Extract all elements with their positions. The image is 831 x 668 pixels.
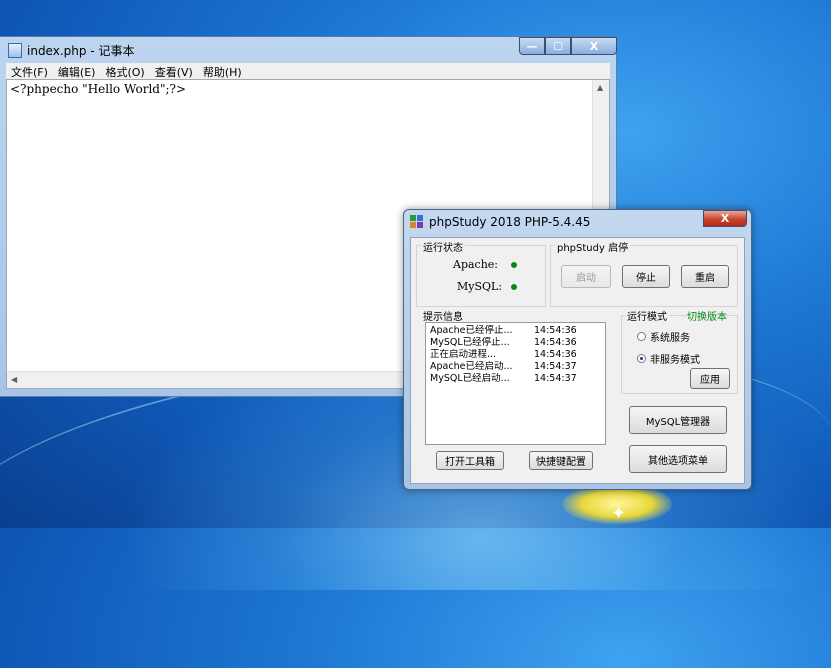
phpstudy-close-button[interactable]: X bbox=[703, 210, 747, 227]
apache-status-icon bbox=[511, 262, 517, 268]
log-row: MySQL已经停止... 14:54:36 bbox=[430, 337, 577, 348]
notepad-content: <?phpecho "Hello World";?> bbox=[10, 82, 187, 96]
log-row: Apache已经启动... 14:54:37 bbox=[430, 361, 577, 372]
close-button[interactable]: X bbox=[571, 37, 617, 55]
notepad-icon bbox=[8, 42, 22, 58]
radio-non-service-mode[interactable]: 非服务模式 bbox=[637, 351, 700, 366]
log-row: Apache已经停止... 14:54:36 bbox=[430, 325, 577, 336]
notepad-menubar: 文件(F) 编辑(E) 格式(O) 查看(V) 帮助(H) bbox=[6, 63, 610, 79]
switch-version-link[interactable]: 切换版本 bbox=[687, 308, 727, 323]
status-group bbox=[416, 245, 546, 307]
radio-system-service[interactable]: 系统服务 bbox=[637, 329, 690, 344]
phpstudy-title: phpStudy 2018 PHP-5.4.45 bbox=[429, 215, 591, 229]
phpstudy-titlebar[interactable]: phpStudy 2018 PHP-5.4.45 bbox=[410, 215, 590, 229]
stop-button[interactable]: 停止 bbox=[622, 265, 670, 288]
sparkle-icon: ✦ bbox=[611, 503, 627, 524]
mysql-manager-button[interactable]: MySQL管理器 bbox=[629, 406, 727, 434]
other-options-button[interactable]: 其他选项菜单 bbox=[629, 445, 727, 473]
notepad-title: index.php - 记事本 bbox=[27, 43, 135, 58]
apache-label: Apache: bbox=[453, 258, 499, 271]
log-list[interactable]: Apache已经停止... 14:54:36 MySQL已经停止... 14:54:… bbox=[425, 322, 606, 445]
control-group-label: phpStudy 启停 bbox=[555, 239, 631, 254]
radio-off-icon bbox=[637, 332, 646, 341]
menu-help[interactable]: 帮助(H) bbox=[198, 63, 247, 79]
notepad-caption-buttons: — ☐ X bbox=[519, 37, 617, 55]
minimize-button[interactable]: — bbox=[519, 37, 545, 55]
mysql-status-icon bbox=[511, 284, 517, 290]
menu-format[interactable]: 格式(O) bbox=[100, 63, 149, 79]
log-row: 正在启动进程... 14:54:36 bbox=[430, 349, 577, 360]
phpstudy-icon bbox=[410, 215, 424, 229]
mysql-label: MySQL: bbox=[457, 280, 503, 293]
mode-group-label: 运行模式 bbox=[625, 308, 669, 323]
start-button[interactable]: 启动 bbox=[561, 265, 611, 288]
phpstudy-body: 运行状态 Apache: MySQL: phpStudy 启停 启动 停止 重启… bbox=[410, 237, 745, 484]
menu-file[interactable]: 文件(F) bbox=[6, 63, 53, 79]
apply-button[interactable]: 应用 bbox=[690, 368, 730, 389]
maximize-button[interactable]: ☐ bbox=[545, 37, 571, 55]
hotkey-config-button[interactable]: 快捷键配置 bbox=[529, 451, 593, 470]
phpstudy-window: phpStudy 2018 PHP-5.4.45 X 运行状态 Apache: … bbox=[403, 209, 752, 490]
toolbox-button[interactable]: 打开工具箱 bbox=[436, 451, 504, 470]
scroll-up-icon[interactable]: ▲ bbox=[597, 83, 603, 92]
log-group-label: 提示信息 bbox=[421, 308, 465, 323]
menu-view[interactable]: 查看(V) bbox=[150, 63, 198, 79]
notepad-titlebar[interactable]: index.php - 记事本 bbox=[8, 41, 134, 59]
status-group-label: 运行状态 bbox=[421, 239, 465, 254]
radio-on-icon bbox=[637, 354, 646, 363]
scroll-left-icon[interactable]: ◀ bbox=[11, 375, 17, 384]
restart-button[interactable]: 重启 bbox=[681, 265, 729, 288]
menu-edit[interactable]: 编辑(E) bbox=[53, 63, 101, 79]
log-row: MySQL已经启动... 14:54:37 bbox=[430, 373, 577, 384]
